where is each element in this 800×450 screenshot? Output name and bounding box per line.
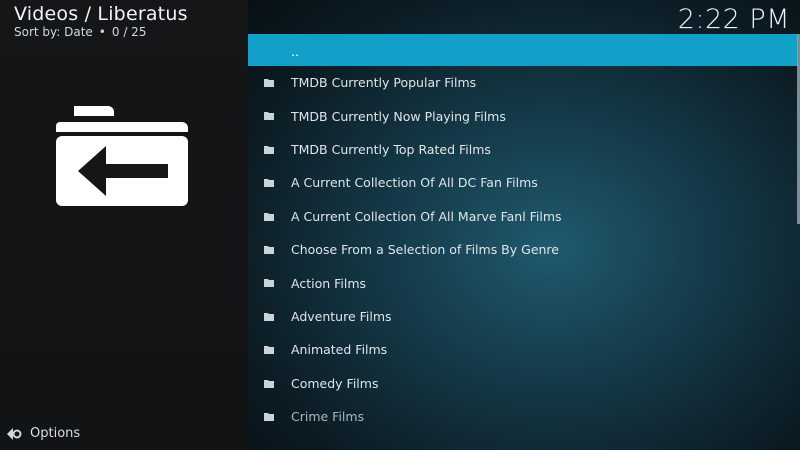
list-item[interactable]: Adventure Films — [248, 300, 798, 333]
list-item-label: TMDB Currently Popular Films — [291, 75, 477, 91]
list-item[interactable]: Action Films — [248, 266, 798, 299]
list-item-label: TMDB Currently Top Rated Films — [291, 141, 491, 157]
list-item[interactable]: Choose From a Selection of Films By Genr… — [248, 233, 798, 266]
list-item-label: Animated Films — [291, 342, 388, 358]
folder-icon — [264, 179, 274, 188]
list-item-parent[interactable]: .. — [248, 34, 798, 66]
folder-icon — [264, 79, 274, 87]
list-item-label: Choose From a Selection of Films By Genr… — [291, 242, 559, 258]
folder-icon — [264, 279, 274, 288]
list-item[interactable]: Animated Films — [248, 333, 798, 366]
folder-icon — [264, 145, 274, 154]
folder-icon — [264, 379, 274, 388]
list-item-label: .. — [291, 44, 299, 59]
options-icon — [7, 427, 22, 440]
list-item[interactable]: TMDB Currently Top Rated Films — [248, 133, 798, 166]
separator: • — [98, 25, 106, 39]
list-item-label: A Current Collection Of All Marve Fanl F… — [291, 208, 562, 224]
sort-info: Sort by: Date • 0 / 25 — [14, 25, 188, 39]
options-label: Options — [30, 426, 81, 441]
list-item[interactable]: Crime Films — [248, 400, 798, 433]
folder-icon — [264, 245, 274, 254]
folder-icon — [264, 346, 274, 355]
folder-icon — [264, 312, 274, 321]
list-item-label: Action Films — [291, 275, 367, 291]
item-count: 0 / 25 — [111, 25, 147, 39]
list-item[interactable]: TMDB Currently Popular Films — [248, 66, 798, 99]
page-title: Videos / Liberatus — [14, 3, 188, 25]
list-item-label: Crime Films — [291, 409, 365, 425]
sort-label[interactable]: Sort by: Date — [14, 25, 93, 39]
folder-icon — [264, 212, 274, 221]
folder-back-icon[interactable] — [56, 106, 188, 206]
list-item[interactable]: TMDB Currently Now Playing Films — [248, 99, 798, 132]
options-button[interactable]: Options — [6, 426, 80, 441]
folder-icon — [264, 112, 274, 121]
clock: 2:22 PM — [677, 4, 790, 35]
file-list: .. TMDB Currently Popular Films TMDB Cur… — [248, 34, 798, 433]
list-item-label: Adventure Films — [291, 308, 392, 324]
header: Videos / Liberatus Sort by: Date • 0 / 25 — [14, 3, 188, 39]
list-item-label: A Current Collection Of All DC Fan Films — [291, 175, 538, 191]
list-item[interactable]: Comedy Films — [248, 367, 798, 400]
list-item-label: TMDB Currently Now Playing Films — [291, 108, 506, 124]
list-item[interactable]: A Current Collection Of All Marve Fanl F… — [248, 200, 798, 233]
list-item[interactable]: A Current Collection Of All DC Fan Films — [248, 166, 798, 199]
folder-icon — [264, 412, 274, 421]
list-item-label: Comedy Films — [291, 375, 379, 391]
left-panel — [0, 0, 248, 450]
